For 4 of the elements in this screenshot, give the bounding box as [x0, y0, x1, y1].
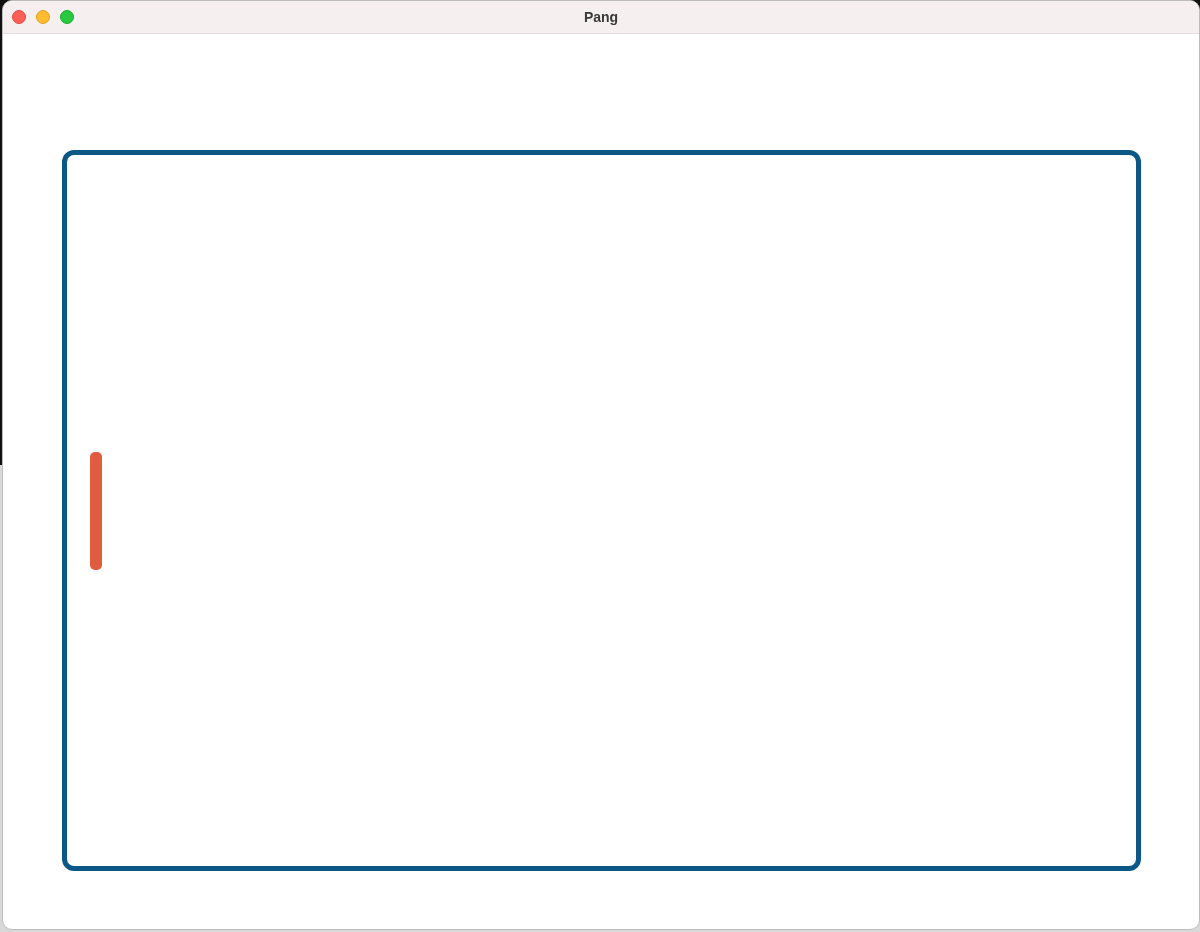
window-title: Pang — [583, 9, 619, 25]
zoom-button[interactable] — [60, 10, 74, 24]
minimize-button[interactable] — [36, 10, 50, 24]
close-button[interactable] — [12, 10, 26, 24]
